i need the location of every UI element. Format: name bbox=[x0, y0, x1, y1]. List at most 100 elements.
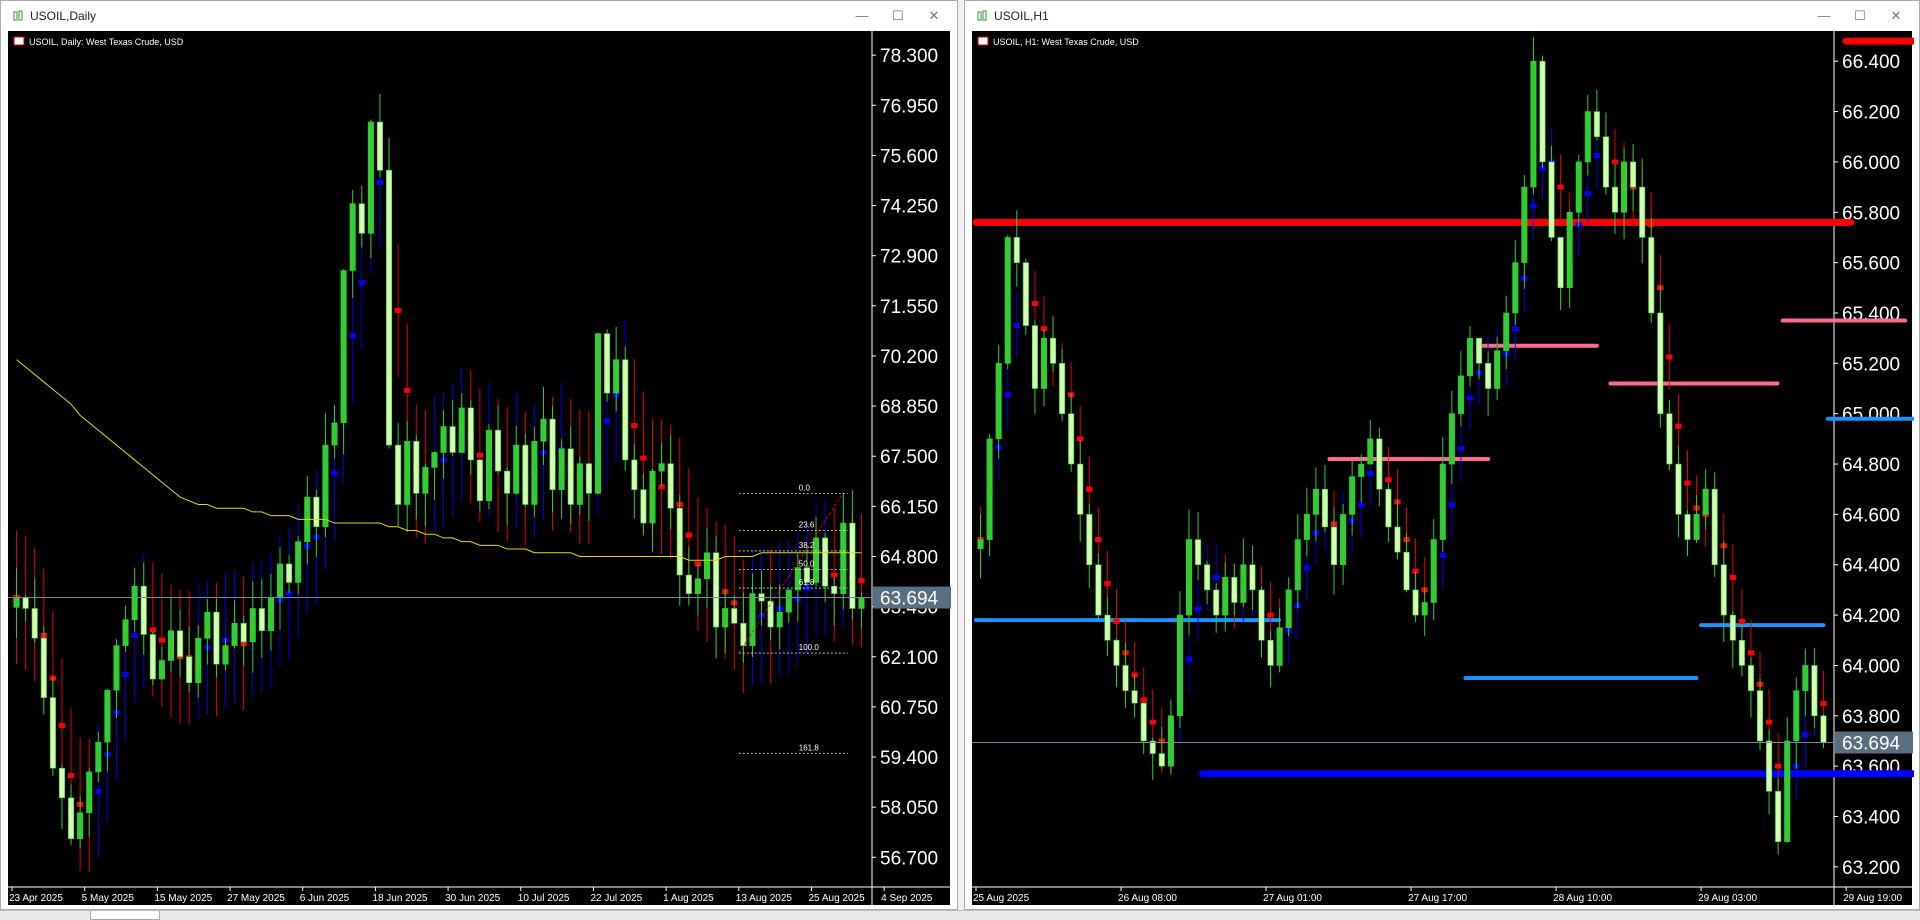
close-button[interactable]: ✕ bbox=[1885, 7, 1907, 25]
candle-body bbox=[1476, 337, 1483, 364]
band-body bbox=[58, 722, 66, 728]
candle-body bbox=[404, 441, 411, 505]
band-body bbox=[1666, 354, 1673, 360]
candle-body bbox=[1358, 463, 1365, 477]
x-tick-label: 29 Aug 19:00 bbox=[1843, 893, 1902, 904]
fib-level-label: 61.8 bbox=[799, 578, 815, 587]
current-price-label: 63.694 bbox=[1842, 733, 1901, 754]
chart-area[interactable]: USOIL, Daily: West Texas Crude, USD 78.30… bbox=[8, 31, 952, 907]
candle-body bbox=[749, 593, 756, 646]
candle-body bbox=[858, 597, 865, 609]
band-body bbox=[394, 307, 402, 313]
window-titlebar[interactable]: USOIL,Daily — ☐ ✕ bbox=[1, 1, 957, 31]
band-body bbox=[1095, 537, 1102, 543]
candle-body bbox=[1185, 539, 1193, 616]
candle-body bbox=[40, 637, 47, 698]
candle-body bbox=[1448, 413, 1455, 465]
x-tick-label: 25 Aug 2025 bbox=[973, 893, 1030, 904]
daily-chart-svg[interactable]: USOIL, Daily: West Texas Crude, USD 78.30… bbox=[8, 31, 952, 907]
candle-body bbox=[1059, 363, 1066, 414]
candle-body bbox=[140, 585, 147, 635]
x-tick-label: 30 Jun 2025 bbox=[445, 893, 500, 904]
candle-body bbox=[1403, 551, 1410, 591]
x-tick-label: 5 May 2025 bbox=[82, 893, 135, 904]
candle-body bbox=[1195, 539, 1202, 566]
candle-body bbox=[658, 463, 665, 472]
band-body bbox=[1013, 323, 1020, 329]
y-tick-label: 66.400 bbox=[1842, 52, 1900, 73]
candle-body bbox=[594, 333, 602, 494]
candle-body bbox=[667, 463, 674, 509]
candle-body bbox=[1267, 639, 1274, 666]
candle-body bbox=[640, 489, 647, 524]
candle-body bbox=[1258, 589, 1265, 641]
candle-body bbox=[1158, 753, 1165, 767]
h1-chart-svg[interactable]: USOIL, H1: West Texas Crude, USD 66.400 66… bbox=[972, 31, 1920, 907]
candle-body bbox=[1086, 514, 1093, 566]
minimize-button[interactable]: — bbox=[1813, 7, 1835, 25]
candle-body bbox=[649, 470, 656, 524]
band-body bbox=[1675, 423, 1682, 429]
band-body bbox=[404, 387, 411, 393]
y-tick-label: 64.600 bbox=[1842, 505, 1900, 526]
fib-level-label: 38.2 bbox=[799, 541, 815, 550]
window-titlebar[interactable]: USOIL,H1 — ☐ ✕ bbox=[965, 1, 1919, 31]
candle-body bbox=[1802, 665, 1809, 691]
band-body bbox=[1448, 502, 1456, 508]
candle-body bbox=[422, 467, 429, 494]
band-body bbox=[1457, 445, 1465, 451]
candle-body bbox=[231, 623, 238, 646]
chart-window-h1[interactable]: USOIL,H1 — ☐ ✕ USOIL, H1: West Texas Cru… bbox=[964, 0, 1920, 910]
chart-window-daily[interactable]: USOIL,Daily — ☐ ✕ USOIL, Daily: West Tex… bbox=[0, 0, 958, 910]
band-body bbox=[603, 418, 611, 424]
y-tick-label: 64.200 bbox=[1842, 606, 1900, 627]
candle-body bbox=[1394, 526, 1401, 553]
candle-body bbox=[1022, 262, 1029, 326]
band-body bbox=[358, 280, 365, 286]
band-body bbox=[1530, 203, 1537, 209]
candle-body bbox=[31, 608, 38, 639]
maximize-button[interactable]: ☐ bbox=[887, 7, 909, 25]
band-body bbox=[858, 578, 865, 584]
y-tick-label: 64.800 bbox=[1842, 455, 1900, 476]
band-body bbox=[349, 333, 356, 339]
candle-body bbox=[1811, 665, 1818, 717]
y-tick-label: 58.050 bbox=[880, 798, 938, 819]
candle-body bbox=[386, 169, 393, 446]
candle-body bbox=[977, 539, 984, 549]
candle-body bbox=[531, 441, 538, 505]
candle-body bbox=[449, 426, 456, 453]
x-tick-label: 22 Jul 2025 bbox=[590, 893, 642, 904]
candle-body bbox=[1485, 363, 1492, 389]
candle-body bbox=[22, 597, 29, 609]
band-body bbox=[149, 627, 156, 633]
candle-body bbox=[331, 422, 338, 446]
candle-body bbox=[1367, 438, 1374, 465]
window-title: USOIL,Daily bbox=[30, 9, 97, 23]
y-tick-label: 71.550 bbox=[880, 297, 938, 318]
band-body bbox=[1149, 719, 1156, 725]
candle-body bbox=[77, 812, 84, 840]
band-body bbox=[376, 179, 384, 185]
y-tick-label: 65.200 bbox=[1842, 354, 1900, 375]
candle-body bbox=[1611, 186, 1619, 213]
y-tick-label: 70.200 bbox=[880, 347, 938, 368]
candle-body bbox=[1294, 539, 1301, 591]
band-body bbox=[331, 470, 338, 476]
candle-body bbox=[722, 608, 729, 628]
candle-body bbox=[431, 452, 438, 468]
candle-body bbox=[1684, 514, 1691, 540]
close-button[interactable]: ✕ bbox=[923, 7, 945, 25]
y-tick-label: 66.200 bbox=[1842, 103, 1900, 124]
candle-body bbox=[204, 611, 211, 639]
y-tick-label: 63.200 bbox=[1842, 858, 1900, 879]
candle-body bbox=[622, 359, 629, 461]
chart-area[interactable]: USOIL, H1: West Texas Crude, USD 66.400 66… bbox=[972, 31, 1920, 907]
y-tick-label: 56.700 bbox=[880, 848, 938, 869]
candle-body bbox=[1766, 740, 1773, 792]
minimize-button[interactable]: — bbox=[851, 7, 873, 25]
candle-body bbox=[685, 574, 692, 594]
maximize-button[interactable]: ☐ bbox=[1849, 7, 1871, 25]
candle-body bbox=[249, 608, 256, 643]
candle-body bbox=[676, 507, 683, 576]
